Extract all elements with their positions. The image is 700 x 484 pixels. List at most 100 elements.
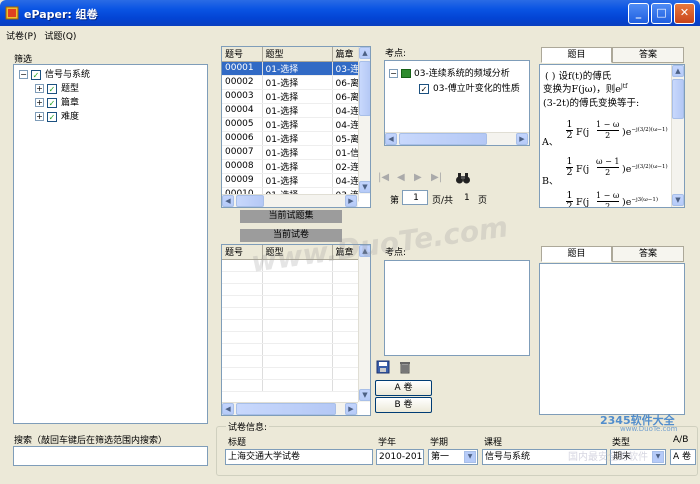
prev-page-icon[interactable]: ◀ <box>397 172 405 183</box>
scroll-right-icon[interactable]: ▶ <box>516 133 528 145</box>
scroll-thumb[interactable] <box>399 133 487 145</box>
scroll-thumb[interactable] <box>236 403 336 415</box>
horizontal-scrollbar[interactable]: ◀ ▶ <box>385 132 529 145</box>
table-row[interactable]: 00001 01-选择 03-连 <box>222 61 359 76</box>
table-row[interactable]: 00003 01-选择 06-离 <box>222 89 359 104</box>
horizontal-scrollbar[interactable]: ◀ ▶ <box>222 194 358 207</box>
current-set-button[interactable]: 当前试题集 <box>240 210 342 223</box>
page-mid: 页/共 <box>432 196 454 206</box>
scroll-thumb[interactable] <box>359 61 370 116</box>
filter-tree[interactable]: − ✓ 信号与系统 + ✓ 题型 + ✓ 篇章 + ✓ 难度 <box>13 64 208 424</box>
tab-answer-2[interactable]: 答案 <box>612 246 684 262</box>
search-input[interactable] <box>13 446 208 466</box>
checkbox-icon[interactable]: ✓ <box>47 111 57 122</box>
table-row[interactable]: 00009 01-选择 04-连 <box>222 173 359 188</box>
kaodian-node-child[interactable]: ✓ 03-傅立叶变化的性质 <box>419 81 520 94</box>
tab-answer[interactable]: 答案 <box>612 47 684 63</box>
table-row[interactable]: 00008 01-选择 02-连 <box>222 159 359 174</box>
term-select[interactable]: 第一 ▼ <box>428 449 478 465</box>
table-row[interactable] <box>222 343 359 356</box>
paper-b-button[interactable]: B 卷 <box>375 397 432 413</box>
scroll-down-icon[interactable]: ▼ <box>359 389 370 401</box>
table-row[interactable]: 00007 01-选择 01-信 <box>222 145 359 160</box>
expand-icon[interactable]: + <box>35 112 44 121</box>
dropdown-icon[interactable]: ▼ <box>464 451 476 463</box>
scroll-up-icon[interactable]: ▲ <box>672 65 684 77</box>
scroll-up-icon[interactable]: ▲ <box>359 47 370 59</box>
table-cell: 01-选择 <box>262 61 333 76</box>
tree-item-type[interactable]: + ✓ 题型 <box>35 83 79 95</box>
expand-icon[interactable]: + <box>35 84 44 93</box>
column-header-type[interactable]: 题型 <box>262 47 333 62</box>
table-row[interactable]: 00006 01-选择 05-离 <box>222 131 359 146</box>
table-cell: 01-信 <box>332 145 359 160</box>
first-page-icon[interactable]: |◀ <box>378 172 389 183</box>
dropdown-icon[interactable]: ▼ <box>652 451 664 463</box>
title-bar: ePaper: 组卷 _ □ ✕ <box>0 0 700 26</box>
delete-icon[interactable] <box>398 360 412 374</box>
vertical-scrollbar[interactable]: ▲ ▼ <box>671 65 684 207</box>
paper-a-button[interactable]: A 卷 <box>375 380 432 396</box>
collapse-icon[interactable]: − <box>389 69 398 78</box>
scroll-left-icon[interactable]: ◀ <box>385 133 397 145</box>
last-page-icon[interactable]: ▶| <box>431 172 442 183</box>
tree-root[interactable]: − ✓ 信号与系统 <box>19 69 90 81</box>
close-button[interactable]: ✕ <box>674 3 695 24</box>
checkbox-icon[interactable]: ✓ <box>47 97 57 108</box>
table-row[interactable] <box>222 379 359 392</box>
table-row[interactable]: 00005 01-选择 04-连 <box>222 117 359 132</box>
checkbox-icon[interactable]: ✓ <box>419 83 429 94</box>
scroll-down-icon[interactable]: ▼ <box>672 194 684 206</box>
tree-item-chapter[interactable]: + ✓ 篇章 <box>35 97 79 109</box>
table-cell <box>262 307 333 320</box>
collapse-icon[interactable]: − <box>19 70 28 79</box>
menu-paper[interactable]: 试卷(P) <box>6 29 36 42</box>
table-row[interactable] <box>222 367 359 380</box>
kaodian-node-parent[interactable]: − 03-连续系统的频域分析 <box>389 66 510 79</box>
ab-select[interactable]: A 卷 <box>670 449 696 465</box>
title-input[interactable]: 上海交通大学试卷 <box>225 449 373 465</box>
table-cell: 01-选择 <box>262 89 333 104</box>
scroll-right-icon[interactable]: ▶ <box>345 195 357 207</box>
page-input[interactable]: 1 <box>402 190 428 205</box>
save-icon[interactable] <box>376 360 390 374</box>
table-row[interactable] <box>222 331 359 344</box>
table-row[interactable] <box>222 283 359 296</box>
table-row[interactable] <box>222 295 359 308</box>
vertical-scrollbar[interactable]: ▲ ▼ <box>358 47 370 194</box>
kaodian-tree[interactable]: − 03-连续系统的频域分析 ✓ 03-傅立叶变化的性质 ◀ ▶ <box>384 60 530 146</box>
tab-question[interactable]: 题目 <box>541 47 612 63</box>
scroll-thumb[interactable] <box>672 79 684 119</box>
kaodian2-tree[interactable] <box>384 260 530 356</box>
paper-info-label: 试卷信息: <box>226 420 270 433</box>
maximize-button[interactable]: □ <box>651 3 672 24</box>
tab-question-2[interactable]: 题目 <box>541 246 612 262</box>
table-cell <box>332 343 359 356</box>
minimize-button[interactable]: _ <box>628 3 649 24</box>
scroll-left-icon[interactable]: ◀ <box>222 195 234 207</box>
checkbox-icon[interactable]: ✓ <box>31 69 41 80</box>
menu-question[interactable]: 试题(Q) <box>44 29 76 42</box>
column-header-number[interactable]: 题号 <box>222 47 263 62</box>
table-cell <box>332 355 359 368</box>
table-row[interactable]: 00004 01-选择 04-连 <box>222 103 359 118</box>
option-a-inner-frac: 1 − ω2 <box>596 120 620 140</box>
binoculars-icon[interactable] <box>455 171 471 185</box>
table-row[interactable]: 00002 01-选择 06-离 <box>222 75 359 90</box>
table-row[interactable] <box>222 319 359 332</box>
table-row[interactable] <box>222 307 359 320</box>
scroll-down-icon[interactable]: ▼ <box>359 181 370 193</box>
next-page-icon[interactable]: ▶ <box>414 172 422 183</box>
year-input[interactable]: 2010-201 <box>376 449 424 465</box>
table-row[interactable] <box>222 355 359 368</box>
expand-icon[interactable]: + <box>35 98 44 107</box>
horizontal-scrollbar[interactable]: ◀ ▶ <box>222 402 358 415</box>
table-cell <box>222 379 263 392</box>
scroll-thumb[interactable] <box>236 195 264 207</box>
scroll-left-icon[interactable]: ◀ <box>222 403 234 415</box>
scroll-right-icon[interactable]: ▶ <box>345 403 357 415</box>
tree-item-difficulty[interactable]: + ✓ 难度 <box>35 111 79 123</box>
column-header-chapter[interactable]: 篇章 <box>332 47 359 62</box>
vertical-scrollbar[interactable]: ▲ ▼ <box>358 245 370 402</box>
checkbox-icon[interactable]: ✓ <box>47 83 57 94</box>
